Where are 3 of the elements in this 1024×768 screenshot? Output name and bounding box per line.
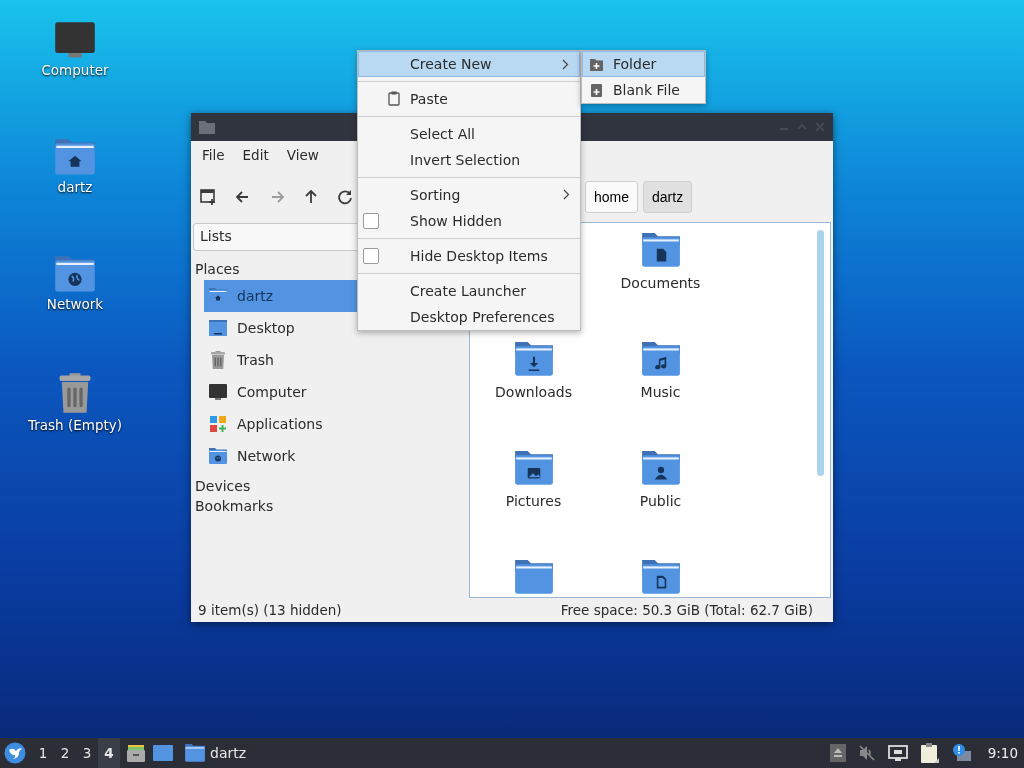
task-label: dartz	[210, 745, 247, 761]
status-text: 9 item(s) (13 hidden)	[198, 602, 342, 618]
free-space-text: Free space: 50.3 GiB (Total: 62.7 GiB)	[560, 602, 813, 618]
